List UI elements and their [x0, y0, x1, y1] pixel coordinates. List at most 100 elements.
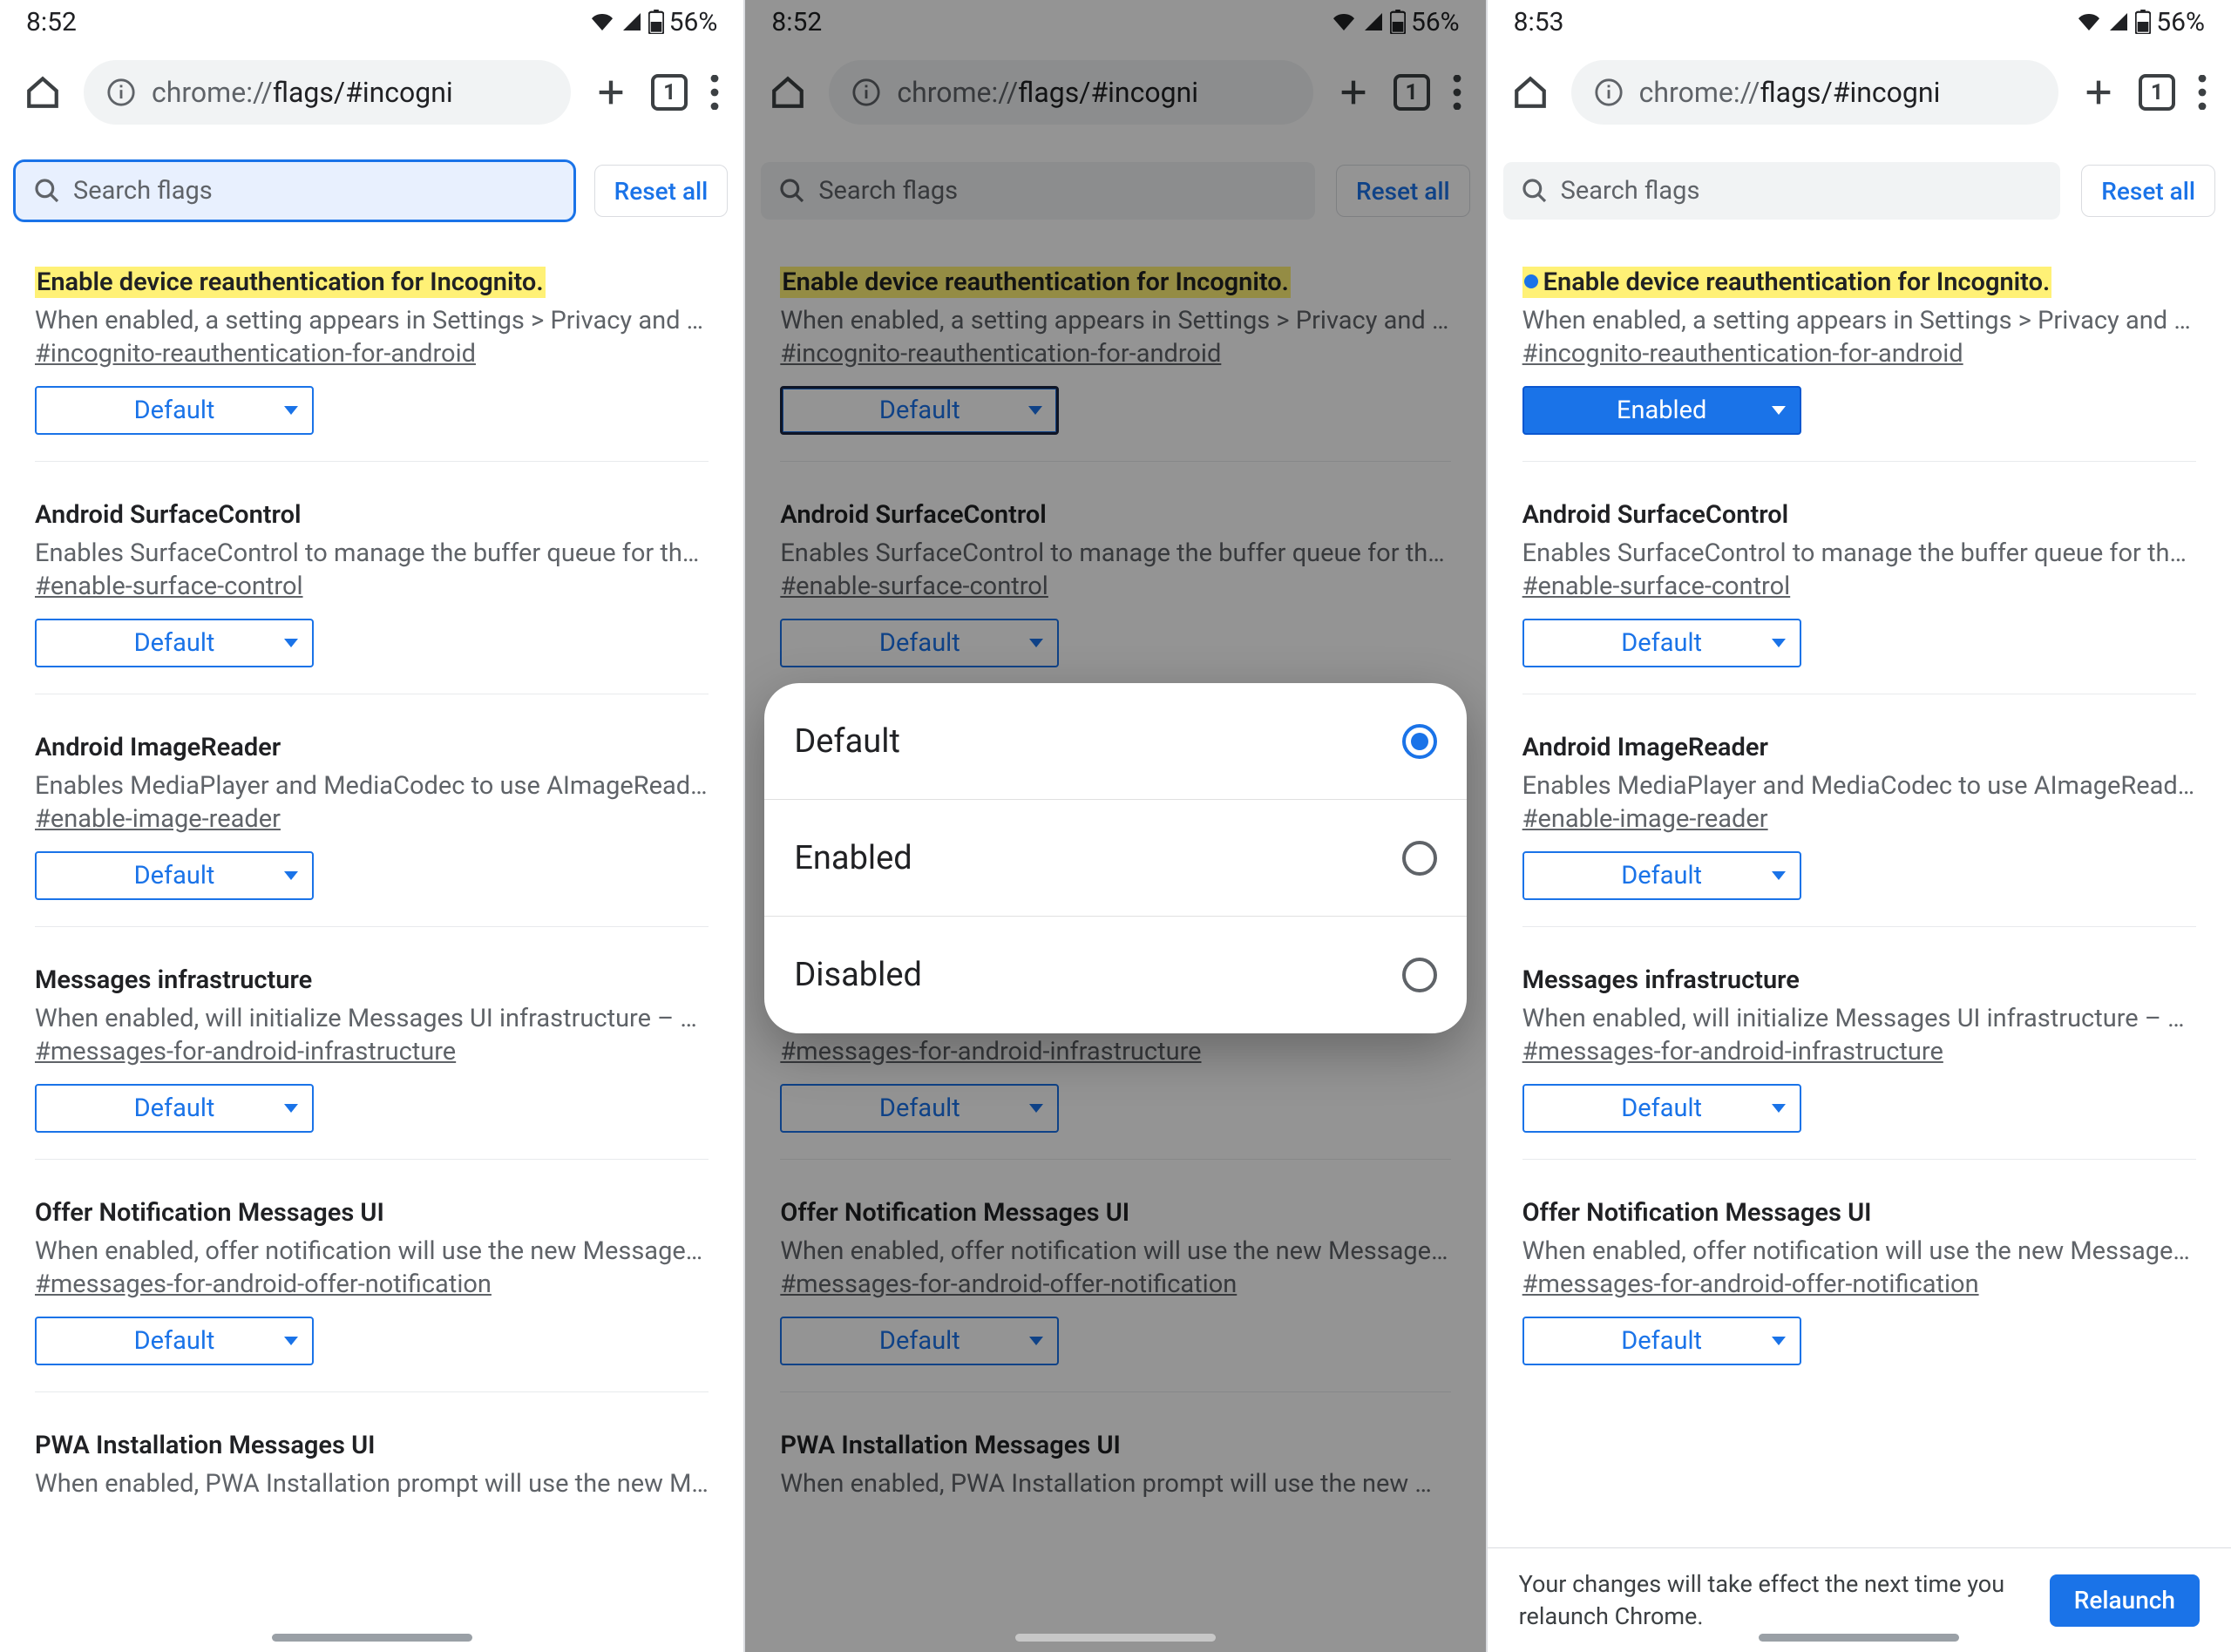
status-bar: 8:52 56% — [0, 0, 743, 44]
select-option-disabled[interactable]: Disabled — [764, 917, 1466, 1033]
wifi-icon — [2076, 11, 2102, 32]
nav-handle[interactable] — [1015, 1634, 1216, 1642]
omnibox[interactable]: chrome://flags/#incogni — [84, 60, 571, 125]
select-option-enabled[interactable]: Enabled — [764, 800, 1466, 917]
changed-indicator-icon — [1524, 274, 1538, 288]
chevron-down-icon — [1772, 1337, 1786, 1345]
battery-percent: 56% — [669, 7, 718, 37]
new-tab-icon[interactable] — [593, 75, 628, 110]
reset-all-button[interactable]: Reset all — [2081, 165, 2215, 217]
flag-anchor[interactable]: #incognito-reauthentication-for-android — [1522, 339, 1963, 369]
home-icon[interactable] — [1512, 74, 1549, 111]
screenshot-left: 8:52 56% chrome://flags/#incogni 1 Searc… — [0, 0, 743, 1652]
status-icons: 56% — [2076, 7, 2205, 37]
search-input[interactable]: Search flags — [16, 162, 573, 220]
flags-toolbar: Search flags Reset all — [0, 141, 743, 229]
home-icon[interactable] — [24, 74, 61, 111]
flag-title: Android ImageReader — [35, 733, 709, 762]
battery-icon — [648, 10, 664, 34]
flag-anchor[interactable]: #messages-for-android-infrastructure — [35, 1037, 456, 1066]
flag-item: Android SurfaceControl Enables SurfaceCo… — [1522, 462, 2196, 694]
select-dialog: Default Enabled Disabled — [764, 683, 1466, 1033]
flag-description: Enables SurfaceControl to manage the buf… — [35, 538, 709, 568]
flag-title: Enable device reauthentication for Incog… — [35, 267, 546, 298]
chevron-down-icon — [1772, 871, 1786, 880]
signal-icon — [2107, 11, 2130, 32]
flag-description: When enabled, a setting appears in Setti… — [35, 306, 709, 335]
wifi-icon — [589, 11, 615, 32]
flag-anchor[interactable]: #enable-image-reader — [1522, 804, 1768, 834]
new-tab-icon[interactable] — [2081, 75, 2116, 110]
tab-switcher[interactable]: 1 — [2139, 74, 2175, 111]
chevron-down-icon — [284, 406, 298, 415]
search-icon — [33, 177, 61, 205]
omnibox[interactable]: chrome://flags/#incogni — [1571, 60, 2058, 125]
flag-title: Android SurfaceControl — [1522, 500, 2196, 530]
chevron-down-icon — [284, 1337, 298, 1345]
radio-icon — [1402, 724, 1437, 759]
flag-description: Enables MediaPlayer and MediaCodec to us… — [1522, 771, 2196, 801]
flag-anchor[interactable]: #enable-surface-control — [35, 572, 303, 601]
tab-switcher[interactable]: 1 — [651, 74, 688, 111]
flag-description: When enabled, will initialize Messages U… — [1522, 1004, 2196, 1033]
flag-anchor[interactable]: #enable-surface-control — [1522, 572, 1791, 601]
flag-item: Messages infrastructure When enabled, wi… — [35, 927, 709, 1160]
flag-title: PWA Installation Messages UI — [35, 1431, 709, 1460]
flag-anchor[interactable]: #messages-for-android-offer-notification — [1522, 1269, 1979, 1299]
flag-description: When enabled, offer notification will us… — [1522, 1236, 2196, 1266]
battery-icon — [2135, 10, 2151, 34]
select-option-default[interactable]: Default — [764, 683, 1466, 800]
flag-item: Android ImageReader Enables MediaPlayer … — [35, 694, 709, 927]
flag-dropdown[interactable]: Default — [35, 619, 314, 667]
flags-list: Enable device reauthentication for Incog… — [1488, 229, 2231, 1365]
flag-item: Messages infrastructure When enabled, wi… — [1522, 927, 2196, 1160]
flags-list: Enable device reauthentication for Incog… — [0, 229, 743, 1499]
search-input[interactable]: Search flags — [1503, 162, 2061, 220]
flag-dropdown[interactable]: Default — [35, 1084, 314, 1133]
clock: 8:53 — [1514, 7, 1564, 37]
info-icon — [1594, 78, 1624, 107]
flag-anchor[interactable]: #enable-image-reader — [35, 804, 281, 834]
flag-dropdown[interactable]: Default — [1522, 851, 1801, 900]
chevron-down-icon — [1772, 639, 1786, 647]
reset-all-button[interactable]: Reset all — [594, 165, 729, 217]
flag-description: When enabled, will initialize Messages U… — [35, 1004, 709, 1033]
search-placeholder: Search flags — [1561, 176, 1700, 206]
more-icon[interactable] — [710, 75, 719, 110]
more-icon[interactable] — [2198, 75, 2207, 110]
chevron-down-icon — [1772, 406, 1786, 415]
signal-icon — [620, 11, 643, 32]
flags-toolbar: Search flags Reset all — [1488, 141, 2231, 229]
flag-title: Messages infrastructure — [35, 965, 709, 995]
flag-item: Android ImageReader Enables MediaPlayer … — [1522, 694, 2196, 927]
nav-handle[interactable] — [1759, 1634, 1959, 1642]
flag-anchor[interactable]: #messages-for-android-offer-notification — [35, 1269, 492, 1299]
chevron-down-icon — [1772, 1104, 1786, 1113]
chevron-down-icon — [284, 639, 298, 647]
url-text: chrome://flags/#incogni — [152, 76, 453, 109]
flag-item: Android SurfaceControl Enables SurfaceCo… — [35, 462, 709, 694]
relaunch-notice: Your changes will take effect the next t… — [1519, 1568, 2007, 1632]
flag-dropdown[interactable]: Default — [35, 1317, 314, 1365]
flag-item: Offer Notification Messages UI When enab… — [1522, 1160, 2196, 1365]
flag-dropdown[interactable]: Default — [1522, 1084, 1801, 1133]
flag-dropdown[interactable]: Default — [35, 851, 314, 900]
status-bar: 8:53 56% — [1488, 0, 2231, 44]
flag-dropdown[interactable]: Enabled — [1522, 386, 1801, 435]
status-icons: 56% — [589, 7, 718, 37]
flag-description: Enables SurfaceControl to manage the buf… — [1522, 538, 2196, 568]
flag-dropdown[interactable]: Default — [35, 386, 314, 435]
flag-anchor[interactable]: #messages-for-android-infrastructure — [1522, 1037, 1943, 1066]
flag-dropdown[interactable]: Default — [1522, 1317, 1801, 1365]
search-placeholder: Search flags — [73, 176, 213, 206]
radio-icon — [1402, 841, 1437, 876]
clock: 8:52 — [26, 7, 77, 37]
flag-title: Enable device reauthentication for Incog… — [1522, 267, 2052, 298]
flag-description: When enabled, a setting appears in Setti… — [1522, 306, 2196, 335]
relaunch-button[interactable]: Relaunch — [2050, 1574, 2200, 1627]
flag-dropdown[interactable]: Default — [1522, 619, 1801, 667]
flag-anchor[interactable]: #incognito-reauthentication-for-android — [35, 339, 476, 369]
nav-handle[interactable] — [272, 1634, 472, 1642]
search-icon — [1521, 177, 1549, 205]
flag-description: When enabled, PWA Installation prompt wi… — [35, 1469, 709, 1499]
